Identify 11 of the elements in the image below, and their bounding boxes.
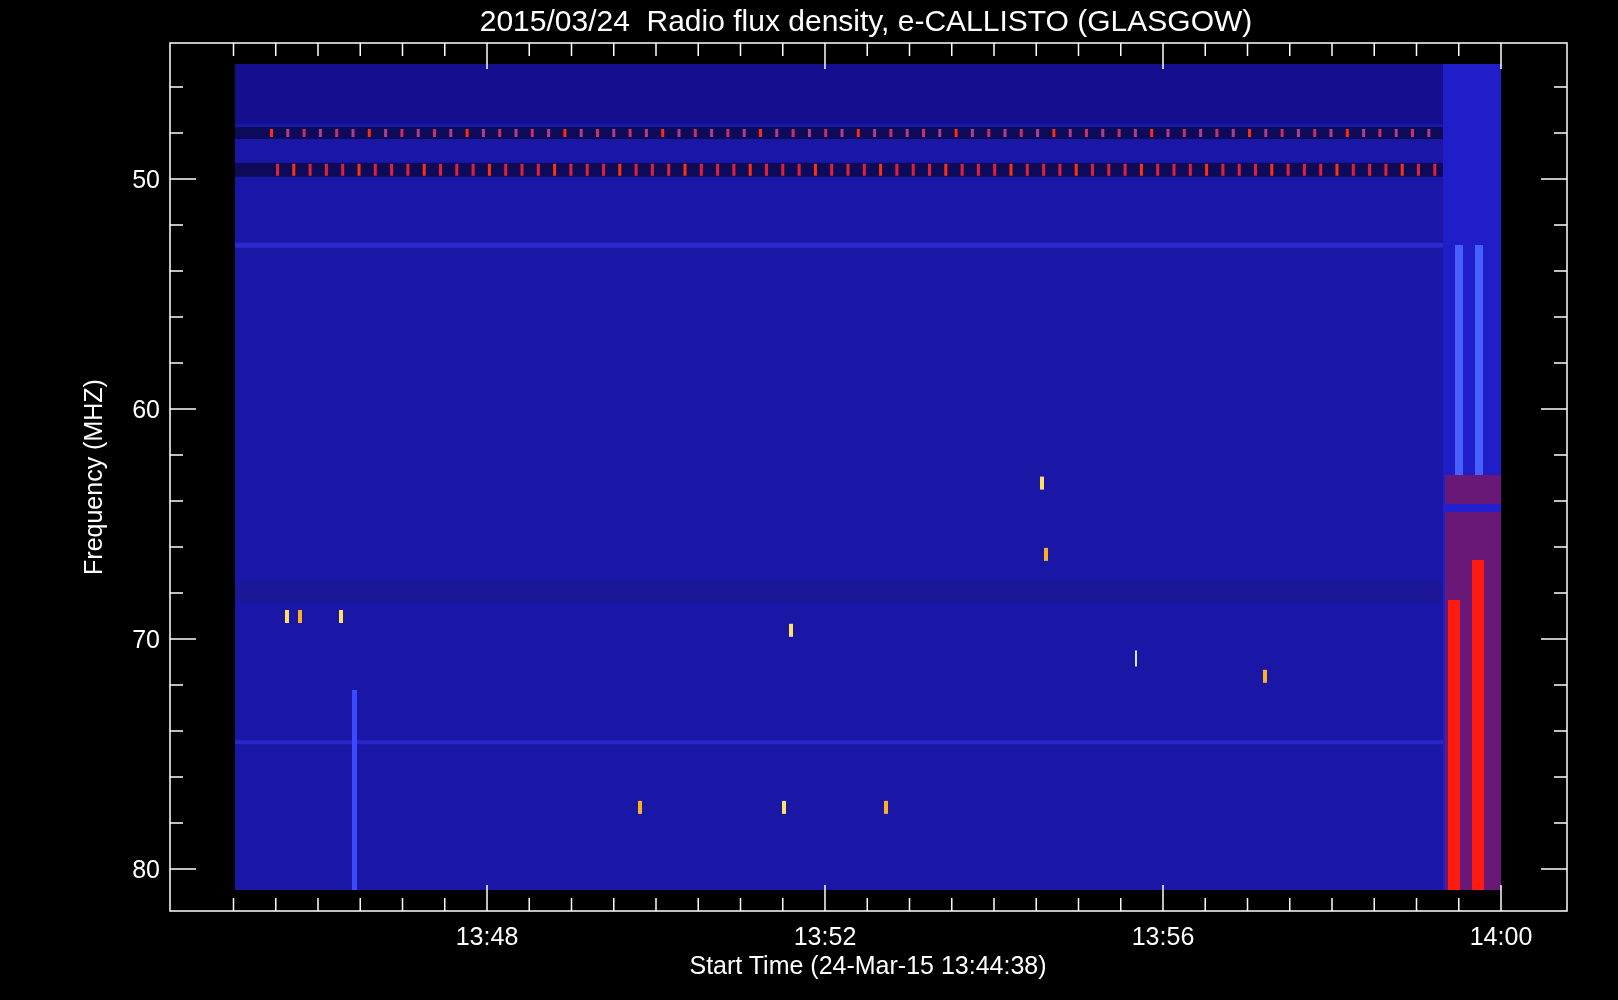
x-axis-label: Start Time (24-Mar-15 13:44:38): [689, 951, 1047, 979]
y-tick-label: 60: [132, 395, 160, 423]
y-tick-label: 80: [132, 855, 160, 883]
y-tick-label: 50: [132, 165, 160, 193]
x-tick-label: 14:00: [1469, 922, 1533, 950]
x-tick-label: 13:48: [455, 922, 519, 950]
x-tick-label: 13:56: [1131, 922, 1195, 950]
y-axis-label: Frequency (MHZ): [79, 379, 107, 575]
x-tick-label: 13:52: [793, 922, 857, 950]
chart-title: 2015/03/24 Radio flux density, e-CALLISTO (GLASGOW): [479, 4, 1253, 37]
y-tick-label: 70: [132, 625, 160, 653]
